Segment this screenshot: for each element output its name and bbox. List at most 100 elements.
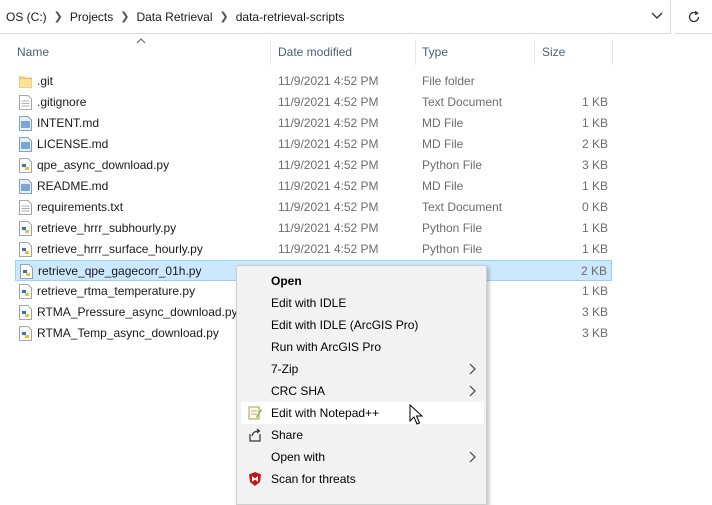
file-size: 1 KB [581,221,608,235]
python-file-icon [19,305,32,320]
chevron-right-icon [469,385,476,397]
folder-icon [19,74,32,89]
menu-item-label: Share [271,428,304,442]
menu-item-open-with[interactable]: Open with [241,446,484,468]
menu-item-scan-for-threats[interactable]: Scan for threats [241,468,484,490]
breadcrumb-item[interactable]: Data Retrieval [136,10,212,24]
refresh-button[interactable] [675,0,712,34]
breadcrumb-item[interactable]: data-retrieval-scripts [236,10,345,24]
file-name: qpe_async_download.py [37,158,170,172]
md-file-icon [19,116,32,131]
menu-item-run-with-arcgis-pro[interactable]: Run with ArcGIS Pro [241,336,484,358]
file-row[interactable]: retrieve_hrrr_subhourly.py 11/9/2021 4:52… [15,218,612,239]
file-name: README.md [37,179,109,193]
chevron-right-icon[interactable]: ❯ [120,10,129,23]
file-name: .gitignore [37,95,87,109]
address-history-dropdown[interactable] [650,9,664,23]
breadcrumb: OS (C:) ❯ Projects ❯ Data Retrieval ❯ da… [0,0,344,33]
menu-item-label: Edit with Notepad++ [271,406,380,420]
file-size: 3 KB [581,305,608,319]
menu-item-label: CRC SHA [271,384,326,398]
menu-item-label: Run with ArcGIS Pro [271,340,382,354]
chevron-right-icon[interactable]: ❯ [54,10,63,23]
breadcrumb-item[interactable]: Projects [70,10,113,24]
column-size[interactable]: Size [542,39,565,65]
menu-item-edit-with-idle-arcgis-pro[interactable]: Edit with IDLE (ArcGIS Pro) [241,314,484,336]
file-type: MD File [422,179,464,193]
column-divider[interactable] [415,39,416,65]
file-name: requirements.txt [37,200,124,214]
file-type: File folder [422,74,475,88]
file-name: RTMA_Pressure_async_download.py [37,305,238,319]
chevron-down-icon [651,12,663,19]
python-file-icon [19,242,32,257]
file-row[interactable]: INTENT.md 11/9/2021 4:52 PM MD File 1 KB [15,113,612,134]
file-type: Python File [422,221,483,235]
file-type: Text Document [422,95,503,109]
file-row[interactable]: qpe_async_download.py 11/9/2021 4:52 PM Py… [15,155,612,176]
sort-ascending-icon [136,38,146,44]
refresh-icon [688,10,699,22]
file-date-modified: 11/9/2021 4:52 PM [278,95,379,109]
file-date-modified: 11/9/2021 4:52 PM [278,242,379,256]
file-row[interactable]: README.md 11/9/2021 4:52 PM MD File 1 KB [15,176,612,197]
file-size: 3 KB [581,158,608,172]
chevron-right-icon [469,363,476,375]
file-row[interactable]: retrieve_hrrr_surface_hourly.py 11/9/2021… [15,239,612,260]
column-date-modified[interactable]: Date modified [278,39,352,65]
file-name: retrieve_hrrr_surface_hourly.py [37,242,203,256]
column-divider[interactable] [612,39,613,65]
menu-item-label: 7-Zip [271,362,299,376]
file-size: 0 KB [581,200,608,214]
file-name: retrieve_qpe_gagecorr_01h.py [38,264,202,278]
text-file-icon [19,95,32,110]
breadcrumb-item[interactable]: OS (C:) [6,10,47,24]
address-bar[interactable]: OS (C:) ❯ Projects ❯ Data Retrieval ❯ da… [0,0,671,34]
menu-item-7-zip[interactable]: 7-Zip [241,358,484,380]
file-type: Python File [422,158,483,172]
menu-item-label: Edit with IDLE [271,296,347,310]
column-divider[interactable] [534,39,535,65]
python-file-icon [19,326,32,341]
file-row[interactable]: .git 11/9/2021 4:52 PM File folder [15,71,612,92]
md-file-icon [19,179,32,194]
file-type: Python File [422,242,483,256]
python-file-icon [19,158,32,173]
menu-item-label: Scan for threats [271,472,356,486]
file-name: INTENT.md [37,116,100,130]
python-file-icon [19,221,32,236]
file-row[interactable]: LICENSE.md 11/9/2021 4:52 PM MD File 2 KB [15,134,612,155]
python-file-icon [19,284,32,299]
file-date-modified: 11/9/2021 4:52 PM [278,200,379,214]
file-date-modified: 11/9/2021 4:52 PM [278,221,379,235]
context-menu: Open Edit with IDLE Edit with IDLE (ArcGIS… [236,265,487,505]
file-name: RTMA_Temp_async_download.py [37,326,219,340]
file-date-modified: 11/9/2021 4:52 PM [278,158,379,172]
menu-item-crc-sha[interactable]: CRC SHA [241,380,484,402]
file-name: .git [37,74,54,88]
file-name: LICENSE.md [37,137,109,151]
menu-item-share[interactable]: Share [241,424,484,446]
mouse-cursor-icon [409,404,423,425]
text-file-icon [19,200,32,215]
file-row[interactable]: requirements.txt 11/9/2021 4:52 PM Text Do… [15,197,612,218]
file-date-modified: 11/9/2021 4:52 PM [278,116,379,130]
file-date-modified: 11/9/2021 4:52 PM [278,137,379,151]
menu-item-label: Edit with IDLE (ArcGIS Pro) [271,318,419,332]
file-type: MD File [422,137,464,151]
menu-item-edit-with-notepad[interactable]: Edit with Notepad++ [241,402,484,424]
file-size: 1 KB [581,284,608,298]
mcafee-shield-icon [247,471,263,487]
file-size: 1 KB [581,242,608,256]
menu-item-edit-with-idle[interactable]: Edit with IDLE [241,292,484,314]
file-size: 1 KB [581,116,608,130]
chevron-right-icon[interactable]: ❯ [220,10,229,23]
menu-item-label: Open [271,274,302,288]
column-type[interactable]: Type [422,39,448,65]
file-row[interactable]: .gitignore 11/9/2021 4:52 PM Text Document… [15,92,612,113]
column-name[interactable]: Name [17,39,49,65]
file-size: 1 KB [581,95,608,109]
menu-item-open[interactable]: Open [241,270,484,292]
file-name: retrieve_rtma_temperature.py [37,284,196,298]
column-divider[interactable] [270,39,271,65]
